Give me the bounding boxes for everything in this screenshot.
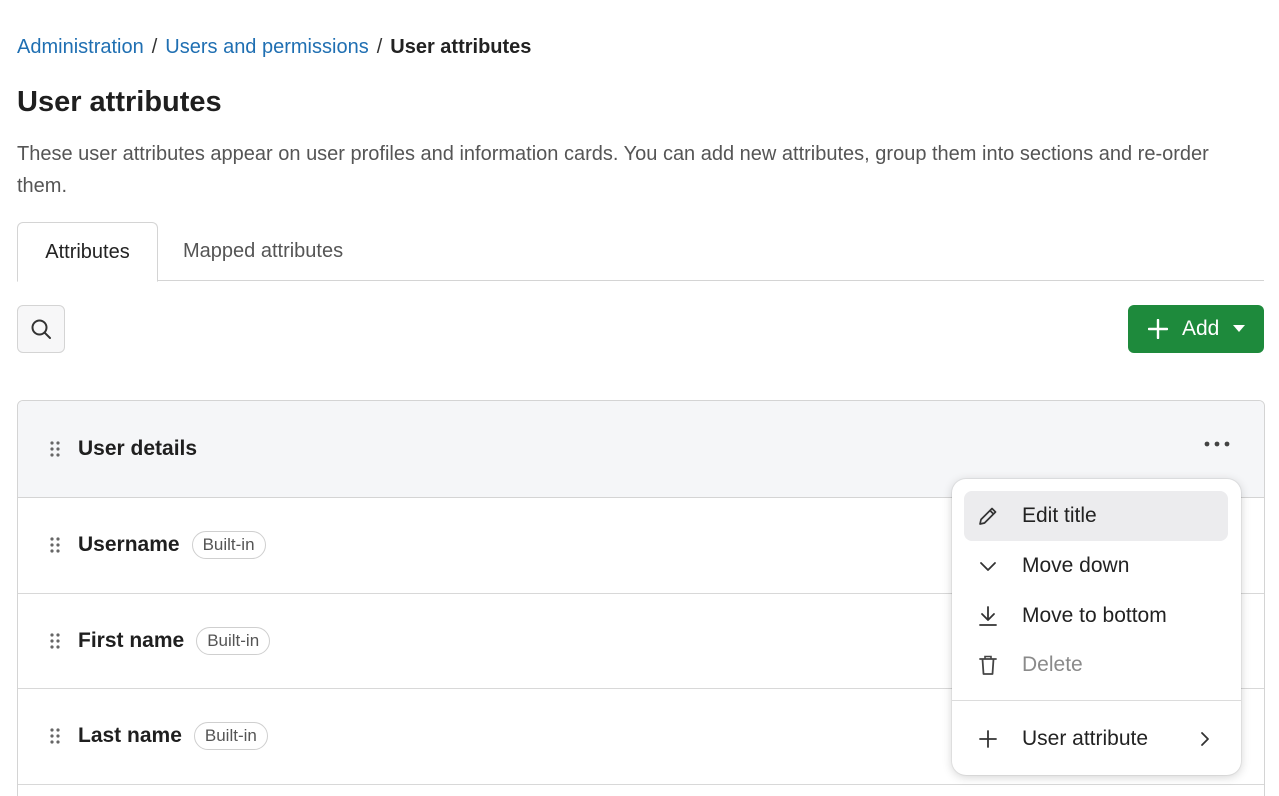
drag-handle-icon[interactable] xyxy=(50,633,60,649)
attribute-label: First name xyxy=(78,628,185,652)
tab-attributes[interactable]: Attributes xyxy=(17,222,158,282)
breadcrumb: Administration / Users and permissions /… xyxy=(17,34,531,60)
menu-item-label: Edit title xyxy=(1022,504,1097,527)
built-in-badge: Built-in xyxy=(193,722,268,751)
attribute-label: Last name xyxy=(78,724,182,748)
breadcrumb-separator: / xyxy=(151,36,158,58)
menu-item-label: User attribute xyxy=(1022,727,1149,750)
breadcrumb-link-users-permissions[interactable]: Users and permissions xyxy=(165,34,368,60)
menu-divider xyxy=(952,700,1241,701)
breadcrumb-separator: / xyxy=(376,36,383,58)
attribute-label: Username xyxy=(78,533,180,557)
built-in-badge: Built-in xyxy=(196,626,271,655)
drag-handle-icon[interactable] xyxy=(50,537,60,553)
menu-item-move-down[interactable]: Move down xyxy=(964,541,1228,591)
page-title: User attributes xyxy=(17,86,222,118)
arrow-to-bottom-icon xyxy=(977,605,999,627)
add-button[interactable]: Add xyxy=(1128,305,1264,353)
menu-item-label: Delete xyxy=(1022,653,1083,676)
pencil-icon xyxy=(977,505,999,527)
trash-icon xyxy=(977,654,999,676)
menu-item-label: Move to bottom xyxy=(1022,604,1167,627)
section-actions-menu: Edit title Move down Move to bottom Dele… xyxy=(952,479,1241,775)
breadcrumb-current: User attributes xyxy=(390,36,532,58)
tab-mapped-attributes[interactable]: Mapped attributes xyxy=(183,222,343,281)
plus-icon xyxy=(977,728,999,750)
chevron-right-icon xyxy=(1201,732,1209,746)
menu-item-label: Move down xyxy=(1022,554,1130,577)
menu-item-user-attribute[interactable]: User attribute xyxy=(964,714,1228,764)
section-title: User details xyxy=(78,437,198,460)
page-description: These user attributes appear on user pro… xyxy=(17,143,1209,197)
built-in-badge: Built-in xyxy=(191,531,266,560)
menu-item-move-to-bottom[interactable]: Move to bottom xyxy=(964,591,1228,641)
tab-bar: Attributes Mapped attributes xyxy=(17,222,1264,282)
search-button[interactable] xyxy=(17,305,65,353)
add-button-label: Add xyxy=(1182,317,1220,340)
drag-handle-icon[interactable] xyxy=(50,441,60,457)
plus-icon xyxy=(1148,319,1168,339)
menu-item-edit-title[interactable]: Edit title xyxy=(964,491,1228,541)
chevron-down-icon xyxy=(977,555,999,577)
more-options-icon[interactable] xyxy=(1204,440,1230,448)
caret-down-icon xyxy=(1233,325,1246,332)
menu-item-delete[interactable]: Delete xyxy=(964,640,1228,690)
search-icon xyxy=(31,319,51,339)
breadcrumb-link-administration[interactable]: Administration xyxy=(17,34,144,60)
drag-handle-icon[interactable] xyxy=(50,728,60,744)
